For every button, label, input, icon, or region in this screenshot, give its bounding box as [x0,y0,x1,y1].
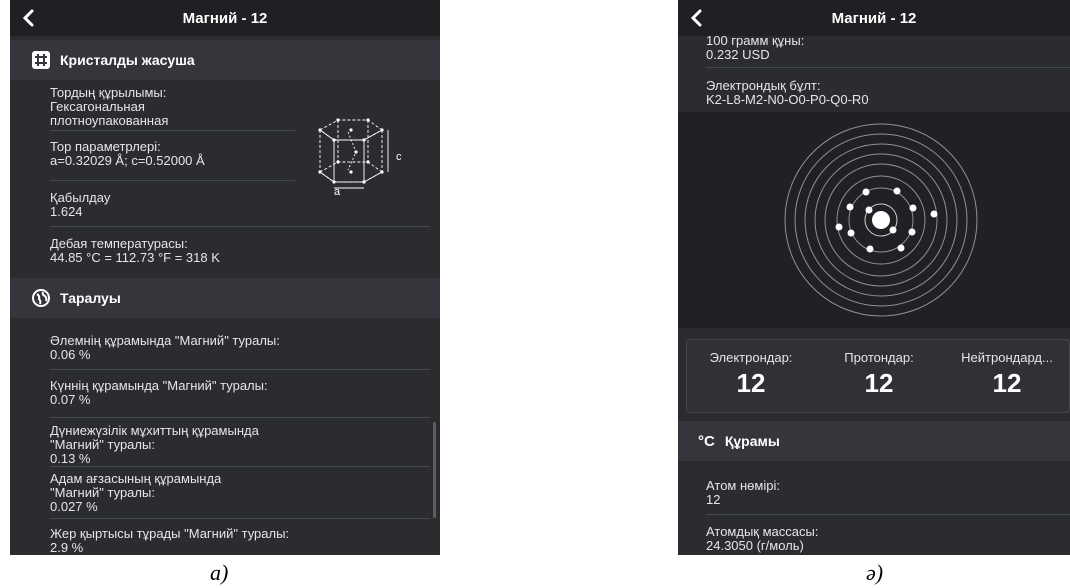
caption-b: ә) [866,560,884,585]
divider [50,518,430,519]
caption-a: а) [210,560,229,585]
stat-label: Протондар: [844,350,914,365]
atom-panel [678,112,1070,328]
item-label: Дүниежүзілік мұхиттың құрамында "Магний"… [50,423,259,452]
stat-electrons: Электрондар: 12 [687,350,815,399]
list-item: Әлемнің құрамында "Магний" туралы: 0.06 … [50,334,280,362]
stat-protons: Протондар: 12 [815,350,943,399]
atom-model-diagram [784,123,978,317]
item-label: Күннің құрамында "Магний" туралы: [50,378,268,393]
screen-crystal-cell: Магний - 12 Кристалды жасуша Тордың құры… [10,0,440,555]
section-title: Кристалды жасуша [60,52,195,68]
divider [50,180,295,181]
list-item: Тордың құрылымы: Гексагональная плотноуп… [50,86,168,128]
screen-electron-shell: Магний - 12 100 грамм құны: 0.232 USD Эл… [678,0,1070,555]
list-item: Атом нөмірі: 12 [706,479,780,507]
nucleus [872,211,890,229]
item-value: 0.13 % [50,451,91,466]
list-item: Дүниежүзілік мұхиттың құрамында "Магний"… [50,424,259,466]
item-value: 1.624 [50,204,83,219]
divider [50,130,295,131]
divider [706,67,1070,68]
list-item: Қабылдау 1.624 [50,191,110,219]
list-item: Жер қыртысы тұрады "Магний" туралы: 2.9 … [50,527,289,555]
item-label: Атом нөмірі: [706,478,780,493]
section-header-crystal[interactable]: Кристалды жасуша [10,40,440,80]
lattice-label-c: c [396,151,402,163]
item-label: Тордың құрылымы: [50,85,167,100]
item-value: 0.07 % [50,392,91,407]
item-value: 0.232 USD [706,47,770,62]
item-value: 0.06 % [50,347,91,362]
back-button[interactable] [10,0,46,36]
item-label: Дебая температурасы: [50,236,188,251]
stat-value: 12 [736,368,766,398]
divider [50,226,430,227]
top-bar: Магний - 12 [10,0,440,36]
item-label: Қабылдау [50,190,111,205]
stat-label: Нейтрондард... [961,350,1053,365]
top-bar: Магний - 12 [678,0,1070,36]
particle-stats-card: Электрондар: 12 Протондар: 12 Нейтрондар… [686,339,1070,413]
stat-value: 12 [992,368,1022,398]
list-item: Атомдық массасы: 24.3050 (г/моль) [706,525,818,553]
divider [50,417,430,418]
item-value: K2-L8-M2-N0-O0-P0-Q0-R0 [706,92,869,107]
back-button[interactable] [678,0,714,36]
stat-value: 12 [864,368,894,398]
list-item: Күннің құрамында "Магний" туралы: 0.07 % [50,379,268,407]
section-title: Құрамы [724,433,780,449]
list-item: Адам ағзасының құрамында "Магний" туралы… [50,472,221,514]
list-item: Электрондық бұлт: K2-L8-M2-N0-O0-P0-Q0-R… [706,79,869,107]
item-label: Тор параметрлері: [50,139,161,154]
stat-label: Электрондар: [709,350,793,365]
item-value: 0.027 % [50,499,98,514]
item-label: Адам ағзасының құрамында "Магний" туралы… [50,471,222,500]
item-label: Электрондық бұлт: [706,78,821,93]
list-item: 100 грамм құны: 0.232 USD [706,34,804,62]
globe-icon [32,289,50,307]
divider [50,369,430,370]
divider [706,514,1070,515]
list-item: Дебая температурасы: 44.85 °C = 112.73 °… [50,237,220,265]
stat-neutrons: Нейтрондард... 12 [943,350,1070,399]
scrollbar[interactable] [433,422,436,518]
item-label: Атомдық массасы: [706,524,819,539]
page-title: Магний - 12 [831,9,917,27]
item-value: a=0.32029 Å; c=0.52000 Å [50,153,205,168]
item-value: 12 [706,492,721,507]
chevron-left-icon [690,9,702,27]
item-label: 100 грамм құны: [706,33,805,48]
section-header-composition[interactable]: °C Құрамы [678,421,1070,461]
grid-icon [32,51,50,69]
celsius-icon: °C [698,432,715,450]
lattice-label-a: a [334,186,341,198]
section-header-distribution[interactable]: Таралуы [10,278,440,318]
section-title: Таралуы [60,290,121,306]
item-value: 44.85 °C = 112.73 °F = 318 K [50,250,220,265]
lattice-diagram [318,118,389,189]
list-item: Тор параметрлері: a=0.32029 Å; c=0.52000… [50,140,205,168]
item-value: 24.3050 (г/моль) [706,538,804,553]
item-label: Жер қыртысы тұрады "Магний" туралы: [50,526,290,541]
item-label: Әлемнің құрамында "Магний" туралы: [50,333,280,348]
page-title: Магний - 12 [182,9,268,27]
item-value: 2.9 % [50,540,84,555]
item-value: Гексагональная плотноупакованная [50,99,169,128]
chevron-left-icon [22,9,34,27]
divider [50,466,430,467]
